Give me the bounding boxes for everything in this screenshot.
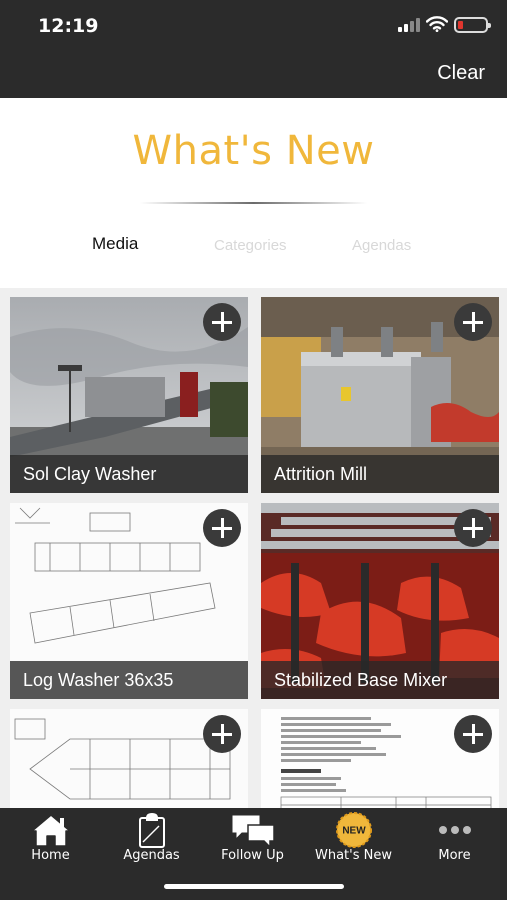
home-indicator[interactable] [164,884,344,889]
card-caption: Log Washer 36x35 [10,661,248,699]
segment-tabs: Media Categories Agendas [0,234,507,264]
media-card-stabilized-base-mixer[interactable]: Stabilized Base Mixer [261,503,499,699]
card-caption: Attrition Mill [261,455,499,493]
tab-categories[interactable]: Categories [214,237,287,254]
media-grid: Sol Clay Washer Attrition Mill Log Washe… [0,288,507,808]
page-header: What's New Media Categories Agendas [0,98,507,288]
page-title: What's New [132,128,375,174]
wifi-icon [426,16,448,32]
tab-whats-new[interactable]: NEW What's New [303,808,404,878]
new-badge-icon: NEW [335,812,372,848]
add-plus-icon[interactable] [454,303,492,341]
bottom-tab-bar: Home Agendas Follow Up NEW What's New Mo… [0,808,507,900]
card-caption: Stabilized Base Mixer [261,661,499,699]
nav-bar: Clear [0,52,507,98]
tab-more[interactable]: More [404,808,505,878]
media-card-log-washer[interactable]: Log Washer 36x35 [10,503,248,699]
tab-label: Home [31,848,70,863]
add-plus-icon[interactable] [203,715,241,753]
add-plus-icon[interactable] [203,303,241,341]
tab-label: What's New [315,848,392,863]
tab-label: Agendas [123,848,180,863]
home-icon [30,814,71,847]
tab-agendas[interactable]: Agendas [352,237,411,254]
add-plus-icon[interactable] [203,509,241,547]
media-card-spec-sheet[interactable] [261,709,499,808]
new-badge-text: NEW [342,826,366,837]
status-time: 12:19 [38,15,99,37]
add-plus-icon[interactable] [454,509,492,547]
clipboard-icon [138,813,165,848]
chat-bubbles-icon [231,814,275,848]
battery-icon [454,17,491,33]
tab-label: Follow Up [221,848,284,863]
tab-label: More [438,848,471,863]
media-card-drawing[interactable] [10,709,248,808]
tab-follow-up[interactable]: Follow Up [202,808,303,878]
tab-media[interactable]: Media [92,234,138,254]
status-bar: 12:19 [0,0,507,52]
card-caption: Sol Clay Washer [10,455,248,493]
tab-home[interactable]: Home [0,808,101,878]
tab-agendas-nav[interactable]: Agendas [101,808,202,878]
media-card-sol-clay-washer[interactable]: Sol Clay Washer [10,297,248,493]
signal-icon [398,18,420,32]
clear-button[interactable]: Clear [437,62,485,85]
add-plus-icon[interactable] [454,715,492,753]
more-dots-icon [438,826,471,834]
media-card-attrition-mill[interactable]: Attrition Mill [261,297,499,493]
title-divider [140,202,367,204]
